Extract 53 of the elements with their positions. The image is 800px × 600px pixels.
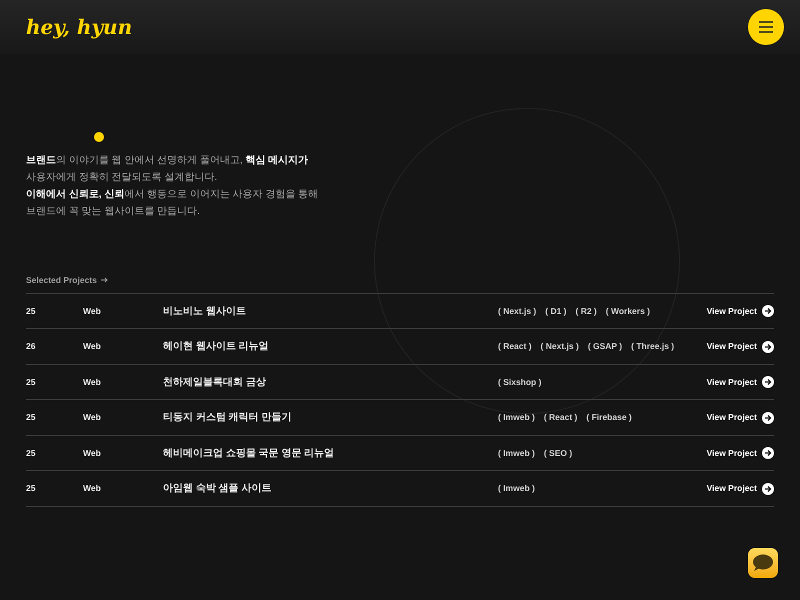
- tech-tag: ( Workers ): [606, 304, 650, 318]
- type-cell-text: Web: [83, 446, 102, 460]
- tech-tag: ( React ): [498, 340, 532, 353]
- arrow-circle-icon: [762, 305, 774, 317]
- view-project-link[interactable]: View Project: [706, 340, 774, 353]
- logo[interactable]: hey, hyun: [26, 12, 132, 42]
- project-title: 비노비노 웹사이트: [163, 304, 247, 318]
- arrow-right-icon: [100, 277, 108, 284]
- tech-tag: ( GSAP ): [588, 340, 622, 353]
- menu-button[interactable]: [748, 9, 784, 45]
- year-cell-text: 25: [26, 376, 36, 388]
- arrow-circle-icon: [762, 447, 774, 459]
- view-project-link[interactable]: View Project: [706, 446, 774, 460]
- tech-tag: ( Sixshop ): [498, 376, 542, 388]
- tech-tag: ( Imweb ): [498, 411, 535, 424]
- arrow-circle-icon: [762, 412, 774, 424]
- view-project-link[interactable]: View Project: [706, 482, 774, 495]
- chat-button[interactable]: [748, 548, 778, 578]
- tech-tag: ( D1 ): [545, 304, 567, 318]
- project-title: 아임웹 숙박 샘플 사이트: [163, 482, 272, 496]
- intro-paragraph: 브랜드의 이야기를 웹 안에서 선명하게 풀어내고, 핵심 메시지가 사용자에게 정확히 전달되도록 설계합니다. 이해에서 신뢰로, 신뢰에서 행동으로 이어지는 사용자 경험을 통해 브랜드에 꼭 맞는 웹사이트를 만듭니다.: [26, 154, 320, 219]
- year-cell-text: 25: [26, 446, 36, 460]
- speech-bubble-icon: [752, 554, 774, 572]
- year-cell-text: 25: [26, 304, 36, 318]
- tech-tag: ( Imweb ): [498, 446, 535, 460]
- project-title: 티동지 커스텀 캐릭터 만들기: [163, 411, 292, 425]
- view-project-link[interactable]: View Project: [706, 411, 774, 424]
- type-cell-text: Web: [83, 376, 102, 388]
- view-project-link[interactable]: View Project: [706, 304, 774, 318]
- arrow-circle-icon: [762, 340, 774, 352]
- arrow-circle-icon: [762, 376, 774, 388]
- type-cell-text: Web: [83, 340, 102, 353]
- year-cell-text: 26: [26, 340, 36, 353]
- tech-tag: ( Three.js ): [631, 340, 674, 353]
- type-cell-text: Web: [83, 411, 102, 424]
- tech-tag: ( Imweb ): [498, 482, 535, 495]
- tech-tag: ( R2 ): [576, 304, 597, 318]
- view-project-link[interactable]: View Project: [706, 376, 774, 388]
- tech-tag: ( React ): [544, 411, 578, 424]
- type-cell-text: Web: [83, 482, 102, 495]
- project-title: 천하제일블록대회 금상: [163, 376, 267, 390]
- project-title: 헤비메이크업 쇼핑몰 국문 영문 리뉴얼: [163, 446, 336, 460]
- menu-icon: [759, 21, 773, 33]
- project-title: 헤이현 웹사이트 리뉴얼: [163, 340, 270, 354]
- selected-projects-link[interactable]: Selected Projects: [26, 274, 108, 287]
- year-cell-text: 25: [26, 411, 36, 424]
- tech-tag: ( Next.js ): [540, 340, 579, 353]
- arrow-circle-icon: [762, 482, 774, 494]
- tech-tag: ( SEO ): [544, 446, 572, 460]
- type-cell-text: Web: [83, 304, 102, 318]
- tech-tag: ( Firebase ): [586, 411, 632, 424]
- year-cell-text: 25: [26, 482, 36, 495]
- tech-tag: ( Next.js ): [498, 304, 536, 318]
